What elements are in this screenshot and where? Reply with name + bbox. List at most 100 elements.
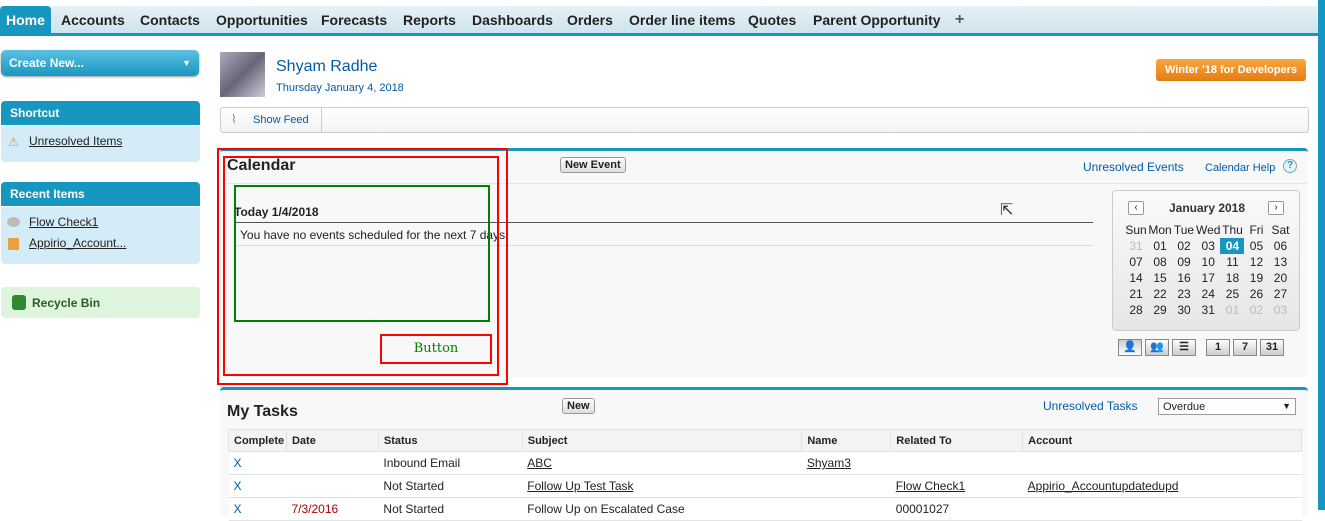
unresolved-events-link[interactable]: Unresolved Events [1083, 160, 1184, 174]
tab-quotes[interactable]: Quotes [748, 6, 796, 36]
tab-accounts[interactable]: Accounts [61, 6, 125, 36]
calendar-day[interactable]: 12 [1244, 254, 1268, 270]
calendar-day[interactable]: 14 [1124, 270, 1148, 286]
show-feed-button[interactable]: ⌇ Show Feed [221, 108, 322, 132]
pulse-icon: ⌇ [231, 112, 237, 126]
calendar-day[interactable]: 22 [1148, 286, 1172, 302]
help-icon[interactable]: ? [1283, 159, 1297, 173]
calendar-day[interactable]: 11 [1220, 254, 1244, 270]
task-cell-status: Inbound Email [383, 456, 461, 470]
weekday-header: Fri [1249, 223, 1264, 237]
add-tab-button[interactable]: + [955, 6, 964, 36]
release-badge[interactable]: Winter '18 for Developers [1156, 59, 1306, 81]
calendar-day[interactable]: 15 [1148, 270, 1172, 286]
calendar-day[interactable]: 18 [1220, 270, 1244, 286]
calendar-day[interactable]: 25 [1220, 286, 1244, 302]
calendar-day[interactable]: 30 [1172, 302, 1196, 318]
tab-opportunities[interactable]: Opportunities [216, 6, 308, 36]
tab-order-line-items[interactable]: Order line items [629, 6, 736, 36]
task-filter-select[interactable]: Overdue ▼ [1158, 398, 1296, 415]
column-header[interactable]: Name [801, 429, 892, 452]
task-cell-complete[interactable]: X [234, 479, 242, 493]
task-cell-related-to[interactable]: 00001027 [896, 502, 949, 516]
tab-orders[interactable]: Orders [567, 6, 613, 36]
list-view-icon[interactable]: ☰ [1172, 339, 1196, 356]
new-event-button[interactable]: New Event [560, 157, 626, 173]
tab-home[interactable]: Home [0, 6, 51, 36]
unresolved-items-link[interactable]: Unresolved Items [29, 134, 122, 148]
month-view-button[interactable]: 31 [1260, 339, 1284, 356]
calendar-grid: Sun Mon Tue Wed Thu Fri Sat 31 01 02 03 04 05 06 07 08 0… [1124, 222, 1292, 318]
calendar-day[interactable]: 01 [1148, 238, 1172, 254]
column-header[interactable]: Date [285, 429, 379, 452]
column-header[interactable]: Subject [521, 429, 803, 452]
recycle-bin[interactable]: Recycle Bin [1, 287, 200, 318]
calendar-day[interactable]: 13 [1268, 254, 1292, 270]
tab-forecasts[interactable]: Forecasts [321, 6, 387, 36]
task-cell-related-to[interactable]: Flow Check1 [896, 479, 965, 493]
calendar-day[interactable]: 03 [1196, 238, 1220, 254]
calendar-day[interactable]: 01 [1220, 302, 1244, 318]
task-cell-subject[interactable]: ABC [527, 456, 552, 470]
calendar-day[interactable]: 23 [1172, 286, 1196, 302]
calendar-day[interactable]: 08 [1148, 254, 1172, 270]
new-task-button[interactable]: New [562, 398, 595, 414]
calendar-day[interactable]: 07 [1124, 254, 1148, 270]
recent-item[interactable]: Flow Check1 [29, 215, 98, 229]
mini-calendar: ‹ January 2018 › Sun Mon Tue Wed Thu Fri Sat 31… [1112, 190, 1300, 331]
task-cell-subject[interactable]: Follow Up Test Task [527, 479, 633, 493]
column-header[interactable]: Status [377, 429, 523, 452]
tab-contacts[interactable]: Contacts [140, 6, 200, 36]
weekday-header: Sun [1125, 223, 1147, 237]
weekday-header: Wed [1196, 223, 1221, 237]
calendar-day[interactable]: 21 [1124, 286, 1148, 302]
calendar-day[interactable]: 09 [1172, 254, 1196, 270]
task-cell-status: Not Started [383, 479, 445, 493]
calendar-day[interactable]: 17 [1196, 270, 1220, 286]
calendar-day[interactable]: 05 [1244, 238, 1268, 254]
unresolved-tasks-link[interactable]: Unresolved Tasks [1043, 399, 1138, 413]
week-view-button[interactable]: 7 [1233, 339, 1257, 356]
annotation-green-box [234, 185, 490, 322]
tab-reports[interactable]: Reports [403, 6, 456, 36]
task-cell-date: 7/3/2016 [291, 502, 339, 516]
user-name[interactable]: Shyam Radhe [276, 58, 377, 76]
calendar-day[interactable]: 27 [1268, 286, 1292, 302]
calendar-day-selected[interactable]: 04 [1220, 238, 1245, 254]
calendar-day[interactable]: 26 [1244, 286, 1268, 302]
column-header[interactable]: Complete [228, 429, 287, 452]
tab-parent-opportunity[interactable]: Parent Opportunity [813, 6, 941, 36]
column-header[interactable]: Related To [890, 429, 1024, 452]
calendar-day[interactable]: 28 [1124, 302, 1148, 318]
single-user-view-icon[interactable]: 👤 [1118, 339, 1142, 356]
shortcut-panel: ⚠ Unresolved Items [1, 126, 200, 162]
calendar-day[interactable]: 16 [1172, 270, 1196, 286]
calendar-help-link[interactable]: Calendar Help [1205, 162, 1275, 174]
calendar-day[interactable]: 02 [1172, 238, 1196, 254]
task-cell-subject[interactable]: Follow Up on Escalated Case [527, 502, 684, 516]
calendar-day[interactable]: 10 [1196, 254, 1220, 270]
annotation-button[interactable]: Button [380, 334, 492, 364]
calendar-day[interactable]: 02 [1244, 302, 1268, 318]
calendar-day[interactable]: 31 [1124, 238, 1148, 254]
create-new-button[interactable]: Create New... ▼ [1, 50, 199, 76]
calendar-day[interactable]: 20 [1268, 270, 1292, 286]
calendar-day[interactable]: 31 [1196, 302, 1220, 318]
task-cell-account[interactable]: Appirio_Accountupdatedupd [1028, 479, 1179, 493]
tasks-title: My Tasks [227, 403, 298, 420]
calendar-day[interactable]: 19 [1244, 270, 1268, 286]
column-header[interactable]: Account [1022, 429, 1302, 452]
scroll-edge [1318, 0, 1325, 510]
calendar-day[interactable]: 06 [1268, 238, 1292, 254]
tab-dashboards[interactable]: Dashboards [472, 6, 553, 36]
multi-user-view-icon[interactable]: 👥 [1145, 339, 1169, 356]
calendar-day[interactable]: 03 [1268, 302, 1292, 318]
next-month-button[interactable]: › [1268, 201, 1284, 215]
task-cell-complete[interactable]: X [234, 502, 242, 516]
calendar-day[interactable]: 29 [1148, 302, 1172, 318]
calendar-day[interactable]: 24 [1196, 286, 1220, 302]
day-view-button[interactable]: 1 [1206, 339, 1230, 356]
recent-item[interactable]: Appirio_Account... [29, 236, 126, 250]
task-cell-name[interactable]: Shyam3 [807, 456, 851, 470]
task-cell-complete[interactable]: X [234, 456, 242, 470]
